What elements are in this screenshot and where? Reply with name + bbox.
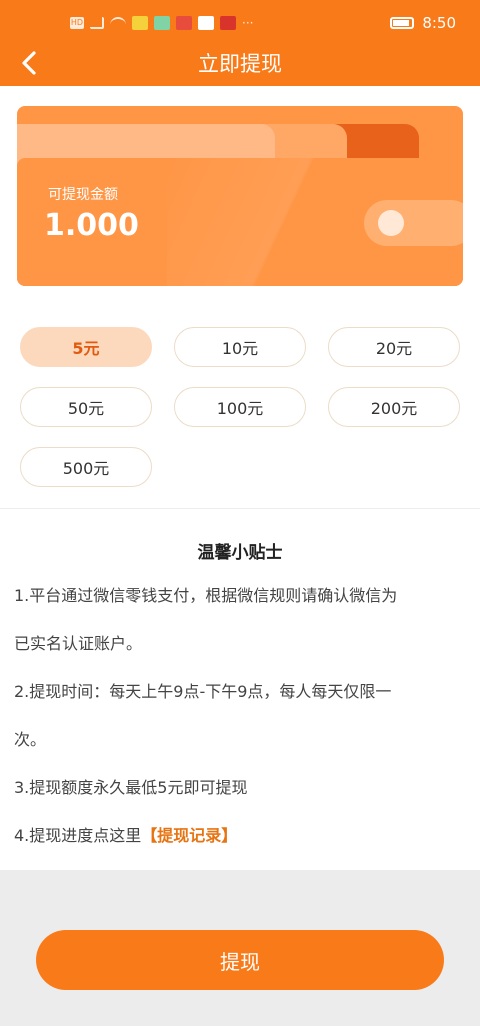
- card-toggle: [364, 200, 463, 246]
- toggle-knob: [378, 210, 404, 236]
- battery-icon: [390, 17, 415, 29]
- tip-line-3: 3.提现额度永久最低5元即可提现: [14, 778, 248, 797]
- app-notification-icon: [176, 16, 192, 30]
- tip-line-1-cont: 已实名认证账户。: [14, 634, 143, 653]
- amount-option-200[interactable]: 200元: [328, 387, 460, 427]
- signal-icon: [90, 17, 104, 29]
- tip-line-2-cont: 次。: [14, 730, 47, 749]
- withdraw-button[interactable]: 提现: [36, 930, 444, 990]
- status-time: 8:50: [422, 14, 456, 32]
- amount-option-500[interactable]: 500元: [20, 447, 152, 487]
- status-right: 8:50: [390, 14, 456, 32]
- app-notification-icon: [154, 16, 170, 30]
- status-bar: HD ··· 8:50: [0, 10, 480, 42]
- balance-amount: 1.000: [44, 208, 139, 243]
- tip-line-4-text: 4.提现进度点这里: [14, 826, 142, 845]
- divider: [0, 508, 480, 509]
- amount-option-5[interactable]: 5元: [20, 327, 152, 367]
- wifi-icon: [110, 17, 126, 29]
- tips-title: 温馨小贴士: [197, 543, 283, 563]
- more-notifications-icon: ···: [242, 16, 254, 30]
- hd-icon: HD: [70, 17, 84, 29]
- wechat-icon: [198, 16, 214, 30]
- tip-line-4: 4.提现进度点这里【提现记录】: [14, 822, 237, 846]
- balance-card: 可提现金额 1.000: [17, 106, 463, 286]
- status-icons: HD ···: [70, 16, 253, 30]
- tip-line-2: 2.提现时间：每天上午9点-下午9点，每人每天仅限一: [14, 682, 392, 701]
- top-bar: HD ··· 8:50 立即提现: [0, 0, 480, 86]
- amount-option-50[interactable]: 50元: [20, 387, 152, 427]
- balance-label: 可提现金额: [48, 187, 118, 203]
- amount-option-10[interactable]: 10元: [174, 327, 306, 367]
- amount-option-100[interactable]: 100元: [174, 387, 306, 427]
- app-notification-icon: [132, 16, 148, 30]
- app-notification-icon: [220, 16, 236, 30]
- withdraw-records-link[interactable]: 【提现记录】: [141, 826, 237, 845]
- tip-line-1: 1.平台通过微信零钱支付，根据微信规则请确认微信为: [14, 586, 398, 605]
- page-title: 立即提现: [198, 52, 282, 76]
- amount-option-20[interactable]: 20元: [328, 327, 460, 367]
